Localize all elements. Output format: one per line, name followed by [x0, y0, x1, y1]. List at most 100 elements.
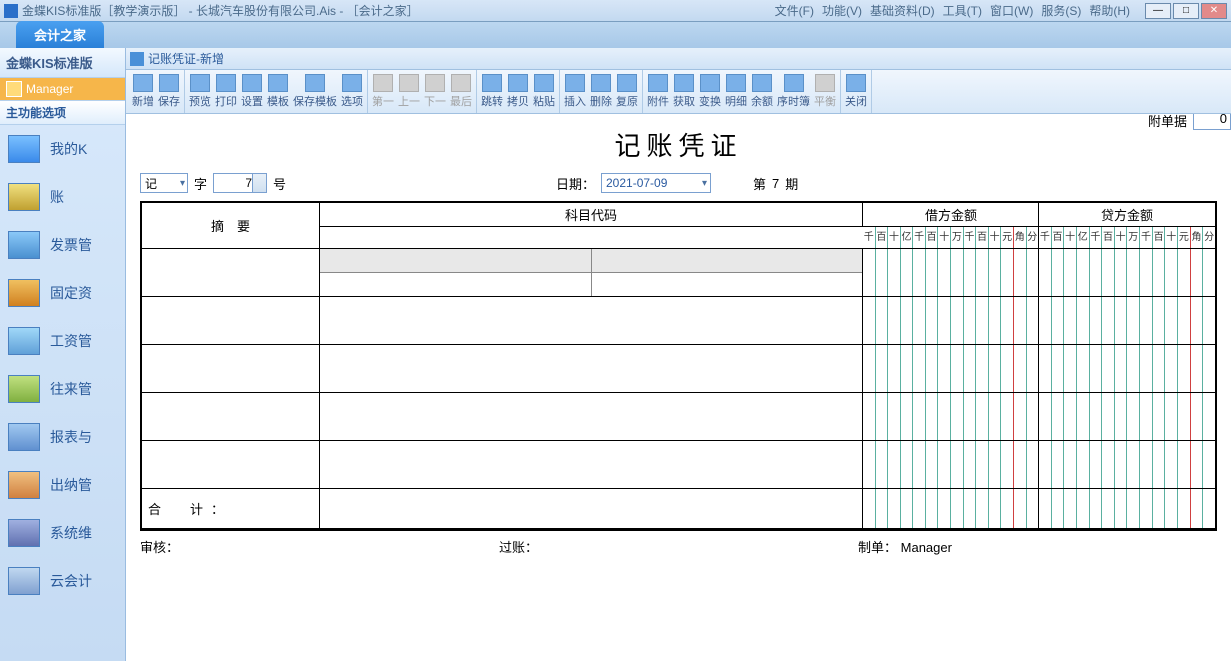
- print-button[interactable]: 打印: [213, 72, 239, 111]
- paste-button[interactable]: 粘贴: [531, 72, 557, 111]
- settings-button[interactable]: 设置: [239, 72, 265, 111]
- menu-tools[interactable]: 工具(T): [940, 2, 985, 19]
- sidebar-item-label: 出纳管: [50, 475, 92, 495]
- save-template-button[interactable]: 保存模板: [291, 72, 339, 111]
- insert-icon: [565, 74, 585, 92]
- template-button[interactable]: 模板: [265, 72, 291, 111]
- sidebar-item-cashier[interactable]: 出纳管: [0, 461, 125, 509]
- col-credit: 贷方金额: [1039, 203, 1215, 227]
- save-template-icon: [305, 74, 325, 92]
- save-icon: [159, 74, 179, 92]
- sidebar-items: 我的K 账 发票管 固定资 工资管 往来管 报表与 出纳管 系统维 云会计: [0, 125, 125, 661]
- col-summary: 摘 要: [142, 203, 320, 249]
- menu-help[interactable]: 帮助(H): [1086, 2, 1133, 19]
- voucher-area: 记账凭证 顺序号 附单据0 记 字 7 号 日期： 2021-07-09 第 7…: [126, 114, 1231, 661]
- menu-function[interactable]: 功能(V): [819, 2, 865, 19]
- sidebar-item-report[interactable]: 报表与: [0, 413, 125, 461]
- number-input[interactable]: 7: [213, 173, 267, 193]
- save-button[interactable]: 保存: [156, 72, 182, 111]
- invoice-icon: [8, 231, 40, 259]
- detail-button[interactable]: 明细: [723, 72, 749, 111]
- minimize-button[interactable]: —: [1145, 3, 1171, 19]
- payroll-icon: [8, 327, 40, 355]
- sidebar-item-label: 我的K: [50, 139, 87, 159]
- sidebar-item-myk[interactable]: 我的K: [0, 125, 125, 173]
- journal-button[interactable]: 序时簿: [775, 72, 812, 111]
- code-cell[interactable]: [320, 249, 863, 296]
- titlebar-title: 金蝶KIS标准版［教学演示版］ - 长城汽车股份有限公司.Ais - ［会计之家…: [22, 2, 419, 19]
- preview-button[interactable]: 预览: [187, 72, 213, 111]
- date-input[interactable]: 2021-07-09: [601, 173, 711, 193]
- sidebar-item-payroll[interactable]: 工资管: [0, 317, 125, 365]
- word-select[interactable]: 记: [140, 173, 188, 193]
- fetch-button[interactable]: 获取: [671, 72, 697, 111]
- template-icon: [268, 74, 288, 92]
- sidebar-item-ledger[interactable]: 账: [0, 173, 125, 221]
- debit-cell[interactable]: [863, 249, 1039, 296]
- close-voucher-button[interactable]: 关闭: [843, 72, 869, 111]
- restore-button[interactable]: 复原: [614, 72, 640, 111]
- sidebar-title: 金蝶KIS标准版: [0, 48, 125, 78]
- maximize-button[interactable]: □: [1173, 3, 1199, 19]
- transform-button[interactable]: 变换: [697, 72, 723, 111]
- print-icon: [216, 74, 236, 92]
- settings-icon: [242, 74, 262, 92]
- last-icon: [451, 74, 471, 92]
- paste-icon: [534, 74, 554, 92]
- attach-button[interactable]: 附件: [645, 72, 671, 111]
- sidebar-item-asset[interactable]: 固定资: [0, 269, 125, 317]
- sidebar-item-system[interactable]: 系统维: [0, 509, 125, 557]
- number-suffix: 号: [273, 174, 286, 193]
- cashier-icon: [8, 471, 40, 499]
- subwindow-titlebar: 记账凭证-新增: [126, 48, 1231, 70]
- menu-file[interactable]: 文件(F): [772, 2, 817, 19]
- menu-basedata[interactable]: 基础资料(D): [867, 2, 938, 19]
- close-icon: [846, 74, 866, 92]
- sidebar-item-invoice[interactable]: 发票管: [0, 221, 125, 269]
- table-row[interactable]: [142, 441, 1215, 489]
- arap-icon: [8, 375, 40, 403]
- copy-icon: [508, 74, 528, 92]
- trial-icon: [815, 74, 835, 92]
- preview-icon: [190, 74, 210, 92]
- attach-icon: [648, 74, 668, 92]
- voucher-footer: 审核： 过账： 制单： Manager: [140, 531, 1217, 562]
- goto-button[interactable]: 跳转: [479, 72, 505, 111]
- tab-accounting-home[interactable]: 会计之家: [16, 21, 104, 48]
- sidebar-item-label: 账: [50, 187, 64, 207]
- sidebar-item-arap[interactable]: 往来管: [0, 365, 125, 413]
- menu-service[interactable]: 服务(S): [1038, 2, 1084, 19]
- table-total-row: 合 计：: [142, 489, 1215, 529]
- audit-label: 审核：: [140, 537, 499, 556]
- last-button: 最后: [448, 72, 474, 111]
- sidebar-item-label: 工资管: [50, 331, 92, 351]
- attach-label: 附单据: [1148, 114, 1187, 130]
- voucher-title: 记账凭证: [140, 126, 1217, 163]
- voucher-header-right: 顺序号 附单据0: [1148, 114, 1231, 136]
- sidebar-item-label: 系统维: [50, 523, 92, 543]
- sidebar-user[interactable]: Manager: [0, 78, 125, 100]
- table-row[interactable]: [142, 345, 1215, 393]
- credit-cell[interactable]: [1039, 249, 1215, 296]
- post-label: 过账：: [499, 537, 858, 556]
- balance-button[interactable]: 余额: [749, 72, 775, 111]
- insert-button[interactable]: 插入: [562, 72, 588, 111]
- sidebar-item-label: 云会计: [50, 571, 92, 591]
- new-button[interactable]: 新增: [130, 72, 156, 111]
- table-row[interactable]: [142, 249, 1215, 297]
- sidebar-item-label: 固定资: [50, 283, 92, 303]
- tabstrip: 会计之家: [0, 22, 1231, 48]
- menu-window[interactable]: 窗口(W): [987, 2, 1036, 19]
- attach-input[interactable]: 0: [1193, 114, 1231, 130]
- copy-button[interactable]: 拷贝: [505, 72, 531, 111]
- next-icon: [425, 74, 445, 92]
- journal-icon: [784, 74, 804, 92]
- table-row[interactable]: [142, 393, 1215, 441]
- delete-button[interactable]: 删除: [588, 72, 614, 111]
- sidebar-user-label: Manager: [26, 82, 73, 96]
- sidebar-item-cloud[interactable]: 云会计: [0, 557, 125, 605]
- table-row[interactable]: [142, 297, 1215, 345]
- close-button[interactable]: ✕: [1201, 3, 1227, 19]
- options-button[interactable]: 选项: [339, 72, 365, 111]
- summary-cell[interactable]: [142, 249, 320, 296]
